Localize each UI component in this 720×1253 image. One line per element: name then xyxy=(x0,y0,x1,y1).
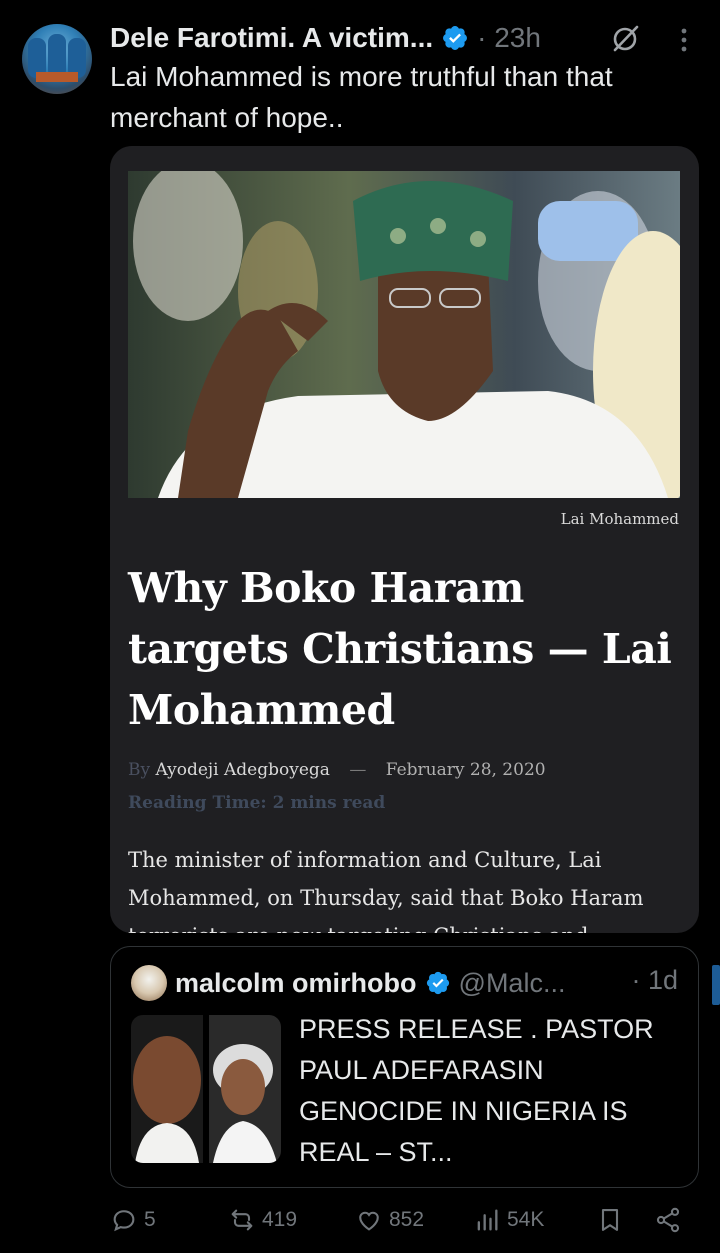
article-headline[interactable]: Why Boko Haram targets Christians — Lai … xyxy=(128,558,688,741)
bookmark-button[interactable] xyxy=(596,1206,624,1234)
scroll-indicator xyxy=(712,965,720,1005)
article-byline: By Ayodeji Adegboyega — February 28, 202… xyxy=(128,760,546,780)
author-avatar[interactable] xyxy=(22,24,92,94)
more-icon[interactable] xyxy=(672,26,696,54)
quoted-author-avatar[interactable] xyxy=(131,965,167,1001)
byline-separator: — xyxy=(349,760,367,780)
repost-count: 419 xyxy=(262,1208,298,1231)
quoted-author-name[interactable]: malcolm omirhobo xyxy=(175,968,417,999)
share-icon xyxy=(656,1207,680,1233)
action-bar: 5 419 852 54K xyxy=(110,1200,700,1244)
quoted-header: malcolm omirhobo @Malc... xyxy=(175,965,565,1001)
quoted-time: · 1d xyxy=(631,965,678,995)
reply-icon xyxy=(113,1210,135,1232)
verified-icon xyxy=(443,26,468,50)
article-author: Ayodeji Adegboyega xyxy=(155,760,330,780)
reply-button[interactable]: 5 xyxy=(110,1206,156,1234)
tweet-text: Lai Mohammed is more truthful than that … xyxy=(110,61,613,133)
grok-icon[interactable] xyxy=(610,22,642,54)
article-excerpt: The minister of information and Culture,… xyxy=(128,848,644,933)
views-button[interactable]: 54K xyxy=(473,1206,544,1234)
post-time[interactable]: · 23h xyxy=(477,22,541,54)
quoted-tweet[interactable]: malcolm omirhobo @Malc... · 1d PRESS REL… xyxy=(110,946,699,1188)
reading-time: Reading Time: 2 mins read xyxy=(128,793,386,813)
share-button[interactable] xyxy=(654,1206,682,1234)
views-icon xyxy=(477,1209,498,1231)
article-date: February 28, 2020 xyxy=(385,760,546,780)
author-name[interactable]: Dele Farotimi. A victim... xyxy=(110,22,433,54)
like-button[interactable]: 852 xyxy=(355,1206,424,1234)
repost-button[interactable]: 419 xyxy=(228,1206,297,1234)
quoted-image[interactable] xyxy=(131,1015,281,1163)
photo-caption: Lai Mohammed xyxy=(560,510,679,528)
article-card[interactable]: Lai Mohammed Why Boko Haram targets Chri… xyxy=(110,146,699,933)
like-icon xyxy=(359,1211,379,1231)
like-count: 852 xyxy=(389,1208,425,1231)
article-photo[interactable] xyxy=(128,171,680,498)
repost-icon xyxy=(231,1209,253,1231)
tweet-header: Dele Farotimi. A victim... · 23h xyxy=(110,18,541,58)
views-count: 54K xyxy=(507,1208,545,1231)
quoted-text: PRESS RELEASE . PASTOR PAUL ADEFARASIN G… xyxy=(299,1014,654,1167)
bookmark-icon xyxy=(601,1209,619,1231)
byline-prefix: By xyxy=(128,760,151,780)
quoted-handle: @Malc... xyxy=(458,967,566,998)
verified-icon xyxy=(426,971,449,995)
reply-count: 5 xyxy=(144,1208,156,1231)
